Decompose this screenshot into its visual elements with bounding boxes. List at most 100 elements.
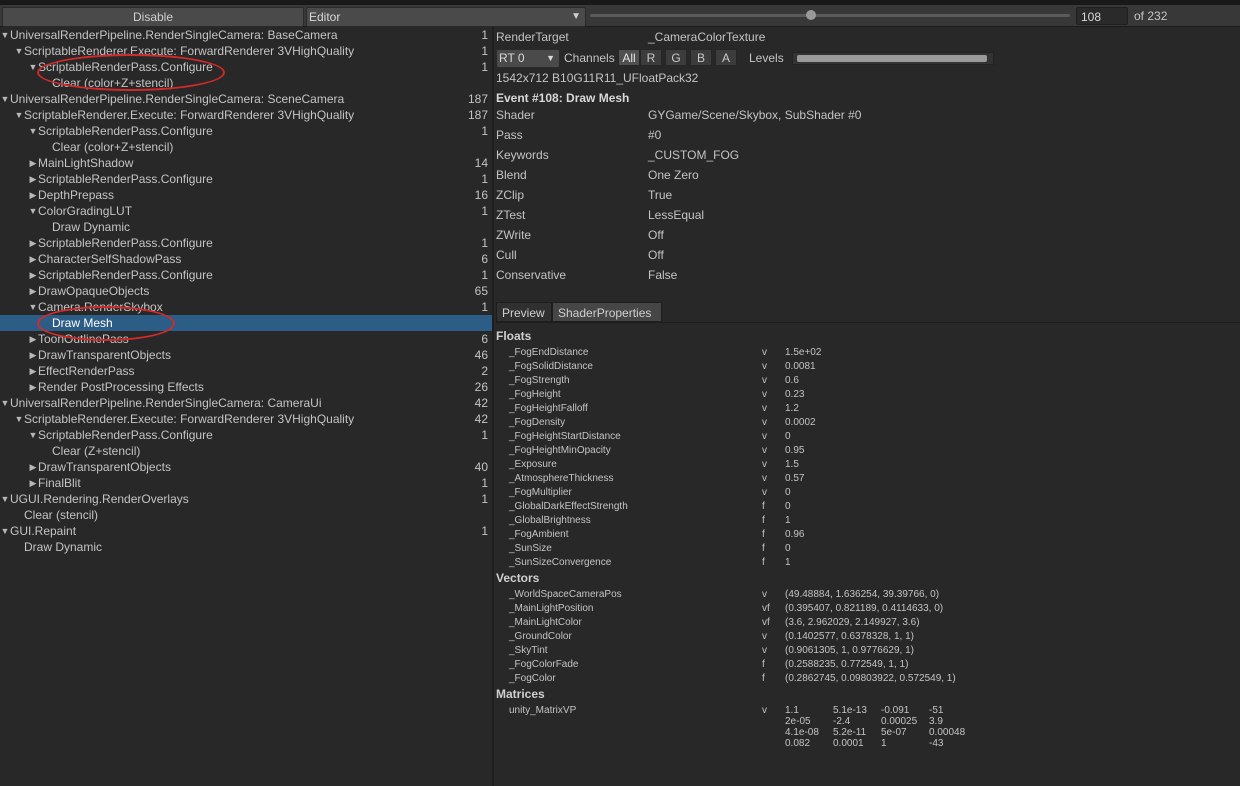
expand-down-icon[interactable]: ▼ (0, 27, 10, 43)
mode-dropdown[interactable]: Editor ▼ (306, 7, 586, 27)
expand-down-icon[interactable]: ▼ (28, 203, 38, 219)
tree-row[interactable]: Clear (stencil) (0, 507, 492, 523)
tree-row[interactable]: ▶ EffectRenderPass 2 (0, 363, 492, 379)
levels-slider[interactable] (792, 52, 994, 65)
tree-row[interactable]: ▼ UGUI.Rendering.RenderOverlays 1 (0, 491, 492, 507)
disable-button[interactable]: Disable (2, 7, 304, 27)
expand-down-icon[interactable]: ▼ (14, 107, 24, 123)
shader-property-type: f (762, 501, 765, 512)
tree-row[interactable]: ▼ UniversalRenderPipeline.RenderSingleCam… (0, 27, 492, 43)
expand-right-icon[interactable]: ▶ (28, 187, 38, 203)
channel-all-toggle[interactable]: All (618, 49, 640, 66)
shader-property-name: _SkyTint (509, 645, 548, 656)
tree-row[interactable]: ▶ FinalBlit 1 (0, 475, 492, 491)
expand-right-icon[interactable]: ▶ (28, 347, 38, 363)
shader-property-name: _FogMultiplier (509, 487, 572, 498)
expand-down-icon[interactable]: ▼ (14, 43, 24, 59)
shader-property-name: _SunSize (509, 543, 552, 554)
expand-right-icon[interactable]: ▶ (28, 331, 38, 347)
tree-row[interactable]: ▶ DrawOpaqueObjects 65 (0, 283, 492, 299)
shader-property-type: v (762, 347, 767, 358)
expand-down-icon[interactable]: ▼ (0, 491, 10, 507)
shader-property-value: 0.6 (785, 375, 799, 386)
tree-row-label: Render PostProcessing Effects (38, 380, 204, 394)
levels-slider-range[interactable] (797, 55, 987, 62)
property-name: Shader (496, 108, 535, 122)
tree-row[interactable]: Draw Dynamic (0, 539, 492, 555)
expand-down-icon[interactable]: ▼ (0, 523, 10, 539)
tree-row[interactable]: ▼ ScriptableRenderPass.Configure 1 (0, 123, 492, 139)
expand-down-icon[interactable]: ▼ (0, 91, 10, 107)
splitter-handle[interactable] (492, 27, 494, 786)
property-value: Off (648, 228, 664, 242)
expand-down-icon[interactable]: ▼ (28, 427, 38, 443)
channel-a-toggle[interactable]: A (715, 49, 737, 66)
tree-row[interactable]: ▼ ColorGradingLUT 1 (0, 203, 492, 219)
tab-preview[interactable]: Preview (496, 302, 552, 322)
shader-property-name: _FogDensity (509, 417, 566, 428)
tree-row[interactable]: ▼ UniversalRenderPipeline.RenderSingleCam… (0, 395, 492, 411)
tree-row[interactable]: Draw Dynamic (0, 219, 492, 235)
expand-right-icon[interactable]: ▶ (28, 155, 38, 171)
shader-property-value: (49.48884, 1.636254, 39.39766, 0) (785, 589, 940, 600)
shader-property-name: _WorldSpaceCameraPos (509, 589, 622, 600)
tree-row-count: 16 (474, 188, 488, 202)
tree-row[interactable]: ▶ DepthPrepass 16 (0, 187, 492, 203)
event-slider-thumb[interactable] (805, 10, 816, 20)
expand-right-icon[interactable]: ▶ (28, 475, 38, 491)
expand-right-icon[interactable]: ▶ (28, 363, 38, 379)
expand-down-icon[interactable]: ▼ (0, 395, 10, 411)
shader-property-value: 1 (785, 515, 791, 526)
shader-property-name: _GroundColor (509, 631, 572, 642)
tree-row[interactable]: ▶ MainLightShadow 14 (0, 155, 492, 171)
tree-row[interactable]: ▶ ScriptableRenderPass.Configure 1 (0, 267, 492, 283)
shader-property-value: 0 (785, 487, 791, 498)
tree-row[interactable]: ▼ UniversalRenderPipeline.RenderSingleCam… (0, 91, 492, 107)
floats-section-title: Floats (496, 329, 532, 343)
tree-row-count: 1 (481, 28, 488, 42)
expand-down-icon[interactable]: ▼ (28, 299, 38, 315)
tree-row[interactable]: ▶ ScriptableRenderPass.Configure 1 (0, 171, 492, 187)
shader-property-type: v (762, 705, 767, 716)
tree-row-label: ScriptableRenderer.Execute: ForwardRende… (24, 44, 355, 58)
tree-row[interactable]: Clear (color+Z+stencil) (0, 139, 492, 155)
tree-row[interactable]: ▼ GUI.Repaint 1 (0, 523, 492, 539)
expand-right-icon[interactable]: ▶ (28, 379, 38, 395)
event-slider[interactable] (590, 14, 1070, 17)
expand-right-icon[interactable]: ▶ (28, 267, 38, 283)
shader-property-value: 0.96 (785, 529, 805, 540)
expand-right-icon[interactable]: ▶ (28, 459, 38, 475)
property-name: Keywords (496, 148, 549, 162)
property-value: GYGame/Scene/Skybox, SubShader #0 (648, 108, 862, 122)
shader-property-type: v (762, 361, 767, 372)
tree-row[interactable]: ▼ ScriptableRenderer.Execute: ForwardRend… (0, 107, 492, 123)
tree-row[interactable]: ▶ ScriptableRenderPass.Configure 1 (0, 235, 492, 251)
property-name: ZWrite (496, 228, 532, 242)
shader-property-value: 1 (785, 557, 791, 568)
tree-row-count: 40 (474, 460, 488, 474)
expand-right-icon[interactable]: ▶ (28, 251, 38, 267)
expand-right-icon[interactable]: ▶ (28, 283, 38, 299)
tree-row[interactable]: ▼ ScriptableRenderer.Execute: ForwardRend… (0, 411, 492, 427)
event-number-field[interactable]: 108 (1076, 7, 1128, 25)
tree-row[interactable]: ▼ ScriptableRenderer.Execute: ForwardRend… (0, 43, 492, 59)
expand-down-icon[interactable]: ▼ (28, 123, 38, 139)
expand-down-icon[interactable]: ▼ (14, 411, 24, 427)
tree-row[interactable]: Clear (Z+stencil) (0, 443, 492, 459)
expand-right-icon[interactable]: ▶ (28, 235, 38, 251)
tree-row[interactable]: ▶ Render PostProcessing Effects 26 (0, 379, 492, 395)
tab-shader-properties[interactable]: ShaderProperties (552, 302, 662, 322)
tree-row[interactable]: ▶ DrawTransparentObjects 46 (0, 347, 492, 363)
tree-row-label: ScriptableRenderPass.Configure (38, 268, 213, 282)
expand-right-icon[interactable]: ▶ (28, 171, 38, 187)
tree-row[interactable]: ▼ ScriptableRenderPass.Configure 1 (0, 427, 492, 443)
property-name: Cull (496, 248, 517, 262)
tree-row[interactable]: ▶ CharacterSelfShadowPass 6 (0, 251, 492, 267)
property-row: ZWrite Off (496, 225, 1240, 245)
channel-b-toggle[interactable]: B (690, 49, 712, 66)
shader-property-row: _AtmosphereThickness v 0.57 (496, 472, 1240, 486)
channel-r-toggle[interactable]: R (640, 49, 662, 66)
rt-dropdown[interactable]: RT 0 ▼ (496, 49, 560, 68)
channel-g-toggle[interactable]: G (665, 49, 687, 66)
tree-row[interactable]: ▶ DrawTransparentObjects 40 (0, 459, 492, 475)
